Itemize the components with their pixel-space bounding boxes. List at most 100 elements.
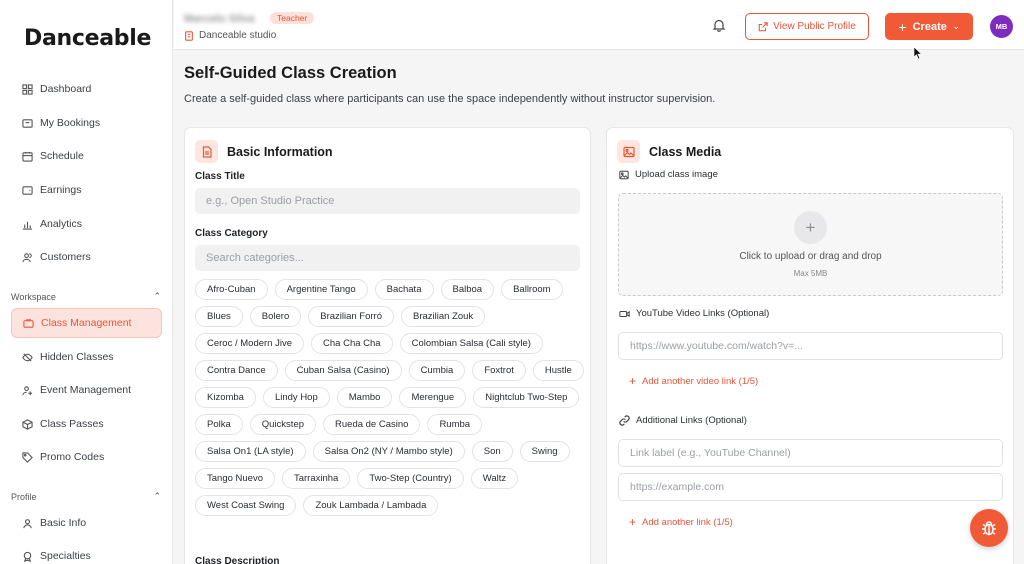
category-chip[interactable]: Waltz <box>470 468 519 489</box>
chart-icon <box>20 217 34 231</box>
sidebar-item-basic-info[interactable]: Basic Info <box>11 508 162 538</box>
category-chip[interactable]: Cumbia <box>408 360 466 381</box>
category-chip[interactable]: Son <box>471 441 513 462</box>
section-label: Profile <box>11 491 37 502</box>
sidebar-item-label: Specialties <box>40 550 91 562</box>
category-chip[interactable]: Colombian Salsa (Cali style) <box>399 333 543 354</box>
sidebar-item-my-bookings[interactable]: My Bookings <box>11 108 162 138</box>
class-title-input[interactable]: e.g., Open Studio Practice <box>195 188 580 214</box>
profile-section-header[interactable]: Profile ⌃ <box>11 491 161 502</box>
category-chip[interactable]: Cha Cha Cha <box>311 333 393 354</box>
wallet-icon <box>20 183 34 197</box>
category-chip[interactable]: Ballroom <box>501 279 563 300</box>
award-icon <box>20 549 34 563</box>
logo[interactable]: Danceable <box>24 26 151 51</box>
sidebar-item-label: Earnings <box>40 184 82 196</box>
video-icon <box>619 309 630 319</box>
button-label: Create <box>912 20 947 33</box>
category-chip[interactable]: Kizomba <box>195 387 256 408</box>
avatar[interactable]: MB <box>990 15 1013 38</box>
sidebar-item-promo-codes[interactable]: Promo Codes <box>11 442 162 472</box>
bug-report-button[interactable] <box>970 509 1008 547</box>
category-chip[interactable]: Nightclub Two-Step <box>473 387 580 408</box>
category-chip[interactable]: Foxtrot <box>472 360 526 381</box>
category-chip[interactable]: Two-Step (Country) <box>357 468 464 489</box>
category-chip[interactable]: Argentine Tango <box>274 279 368 300</box>
card-title: Basic Information <box>227 144 333 159</box>
book-icon <box>20 116 34 130</box>
page-description: Create a self-guided class where partici… <box>184 93 716 105</box>
category-chip[interactable]: Tango Nuevo <box>195 468 275 489</box>
category-chip[interactable]: Ceroc / Modern Jive <box>195 333 305 354</box>
category-chip[interactable]: Salsa On1 (LA style) <box>195 441 306 462</box>
sidebar-item-event-management[interactable]: Event Management <box>11 375 162 405</box>
sidebar-item-class-passes[interactable]: Class Passes <box>11 409 162 439</box>
class-category-label: Class Category <box>195 228 268 239</box>
category-chip[interactable]: Brazilian Zouk <box>401 306 486 327</box>
sidebar-item-label: My Bookings <box>40 117 101 129</box>
category-chip[interactable]: Lindy Hop <box>262 387 330 408</box>
sidebar-item-analytics[interactable]: Analytics <box>11 209 162 239</box>
category-chip[interactable]: Hustle <box>532 360 584 381</box>
category-chip[interactable]: Merengue <box>399 387 467 408</box>
button-label: View Public Profile <box>773 21 856 32</box>
users-icon <box>20 250 34 264</box>
link-url-input[interactable]: https://example.com <box>618 473 1003 501</box>
category-chip[interactable]: Swing <box>519 441 570 462</box>
chevron-up-icon: ⌃ <box>153 491 161 501</box>
section-label: Workspace <box>11 291 56 302</box>
category-chip[interactable]: Quickstep <box>249 414 317 435</box>
add-link-button[interactable]: + Add another link (1/5) <box>629 515 733 529</box>
link-text: Add another link (1/5) <box>642 516 733 528</box>
category-chip[interactable]: Zouk Lambada / Lambada <box>303 495 439 516</box>
calendar-icon <box>20 149 34 163</box>
sidebar-item-hidden-classes[interactable]: Hidden Classes <box>11 342 162 372</box>
category-chip[interactable]: Rueda de Casino <box>323 414 421 435</box>
document-icon <box>195 140 218 163</box>
sidebar-item-specialties[interactable]: Specialties <box>11 541 162 564</box>
category-chip[interactable]: Mambo <box>336 387 393 408</box>
card-header: Class Media <box>617 140 721 163</box>
category-chip[interactable]: Contra Dance <box>195 360 278 381</box>
mouse-cursor-icon <box>913 46 923 65</box>
user-name: Marcelo Silva <box>184 13 255 25</box>
sidebar-item-class-management[interactable]: Class Management <box>11 308 162 338</box>
youtube-url-input[interactable]: https://www.youtube.com/watch?v=... <box>618 332 1003 360</box>
category-chip[interactable]: Rumba <box>427 414 483 435</box>
category-chip[interactable]: Brazilian Forró <box>308 306 395 327</box>
plus-icon: + <box>794 211 827 244</box>
category-chip[interactable]: West Coast Swing <box>195 495 297 516</box>
class-media-card: Class Media Upload class image + Click t… <box>606 127 1014 564</box>
category-chip[interactable]: Bolero <box>249 306 302 327</box>
category-chip[interactable]: Blues <box>195 306 243 327</box>
category-chip[interactable]: Afro-Cuban <box>195 279 268 300</box>
category-chip[interactable]: Salsa On2 (NY / Mambo style) <box>312 441 465 462</box>
sidebar-item-dashboard[interactable]: Dashboard <box>11 74 162 104</box>
category-chip[interactable]: Cuban Salsa (Casino) <box>284 360 402 381</box>
bell-icon[interactable] <box>712 18 726 37</box>
sidebar-item-earnings[interactable]: Earnings <box>11 175 162 205</box>
category-chip[interactable]: Tarraxinha <box>281 468 351 489</box>
category-chip[interactable]: Polka <box>195 414 243 435</box>
label-text: YouTube Video Links (Optional) <box>636 308 770 319</box>
add-video-link-button[interactable]: + Add another video link (1/5) <box>629 374 758 388</box>
youtube-links-label: YouTube Video Links (Optional) <box>619 308 769 319</box>
view-public-profile-button[interactable]: View Public Profile <box>745 13 869 40</box>
category-search-input[interactable]: Search categories... <box>195 245 580 271</box>
link-label-input[interactable]: Link label (e.g., YouTube Channel) <box>618 439 1003 467</box>
link-text: Add another video link (1/5) <box>642 375 759 387</box>
workspace-section-header[interactable]: Workspace ⌃ <box>11 291 161 302</box>
sidebar-item-customers[interactable]: Customers <box>11 242 162 272</box>
dropzone-size-hint: Max 5MB <box>793 269 828 278</box>
category-chip[interactable]: Bachata <box>374 279 434 300</box>
category-chip[interactable]: Balboa <box>440 279 495 300</box>
sidebar-item-label: Analytics <box>40 218 83 230</box>
role-badge: Teacher <box>270 12 315 24</box>
plus-icon: + <box>629 515 637 529</box>
create-button[interactable]: + Create ⌄ <box>885 13 973 40</box>
plus-icon: + <box>898 18 907 35</box>
additional-links-label: Additional Links (Optional) <box>619 415 747 426</box>
upload-image-label: Upload class image <box>619 169 718 180</box>
sidebar-item-schedule[interactable]: Schedule <box>11 141 162 171</box>
image-dropzone[interactable]: + Click to upload or drag and drop Max 5… <box>618 193 1003 296</box>
